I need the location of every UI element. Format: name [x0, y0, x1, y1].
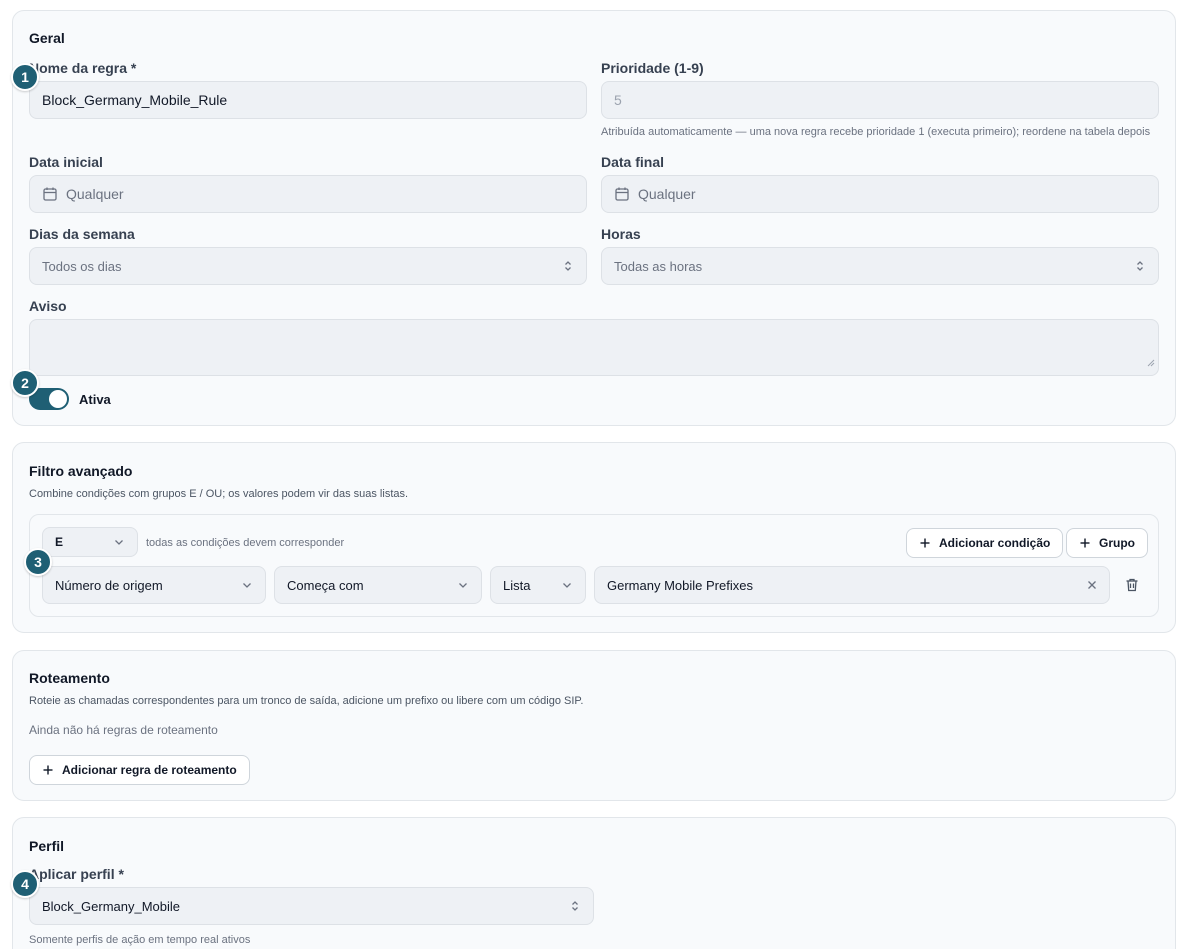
chevron-up-down-icon: [1134, 260, 1146, 272]
general-title: Geral: [29, 30, 65, 46]
weekdays-label: Dias da semana: [29, 226, 135, 242]
step-badge-4: 4: [11, 870, 39, 898]
start-date-picker[interactable]: Qualquer: [29, 175, 587, 213]
apply-profile-value: Block_Germany_Mobile: [42, 898, 181, 914]
notice-textarea[interactable]: [29, 319, 1159, 376]
end-date-label: Data final: [601, 154, 665, 170]
step-badge-3: 3: [24, 548, 52, 576]
end-date-picker[interactable]: Qualquer: [601, 175, 1159, 213]
clear-icon[interactable]: [1087, 580, 1097, 590]
plus-icon: [919, 537, 931, 549]
filter-subtitle: Combine condições com grupos E / OU; os …: [29, 488, 409, 500]
rule-name-value: Block_Germany_Mobile_Rule: [42, 92, 228, 108]
toggle-knob: [49, 390, 67, 408]
step-badge-2: 2: [11, 369, 39, 397]
add-routing-rule-label: Adicionar regra de roteamento: [62, 763, 237, 777]
condition-source-value: Lista: [503, 577, 531, 593]
notice-label: Aviso: [29, 298, 67, 314]
add-condition-label: Adicionar condição: [939, 536, 1051, 550]
routing-subtitle: Roteie as chamadas correspondentes para …: [29, 695, 584, 707]
apply-profile-select[interactable]: Block_Germany_Mobile: [29, 887, 594, 925]
rule-name-input[interactable]: Block_Germany_Mobile_Rule: [29, 81, 587, 119]
routing-empty-text: Ainda não há regras de roteamento: [29, 723, 218, 737]
group-hint: todas as condições devem corresponder: [146, 537, 345, 549]
chevron-down-icon: [457, 579, 469, 591]
routing-card: Roteamento Roteie as chamadas correspond…: [12, 650, 1176, 801]
chevron-up-down-icon: [562, 260, 574, 272]
plus-icon: [42, 764, 54, 776]
chevron-up-down-icon: [569, 900, 581, 912]
chevron-down-icon: [241, 579, 253, 591]
calendar-icon: [614, 186, 630, 202]
hours-select[interactable]: Todas as horas: [601, 247, 1159, 285]
apply-profile-label: Aplicar perfil *: [29, 866, 124, 882]
start-date-label: Data inicial: [29, 154, 103, 170]
chevron-down-icon: [561, 579, 573, 591]
advanced-filter-card: Filtro avançado Combine condições com gr…: [12, 442, 1176, 633]
trash-icon[interactable]: [1124, 577, 1140, 593]
hours-value: Todas as horas: [614, 258, 703, 274]
start-date-value: Qualquer: [66, 186, 124, 202]
calendar-icon: [42, 186, 58, 202]
condition-value-select[interactable]: Germany Mobile Prefixes: [594, 566, 1110, 604]
resize-handle-icon[interactable]: [1147, 354, 1155, 372]
add-condition-button[interactable]: Adicionar condição: [906, 528, 1064, 558]
condition-field-value: Número de origem: [55, 577, 163, 593]
condition-operator-value: Começa com: [287, 577, 364, 593]
priority-hint: Atribuída automaticamente — uma nova reg…: [601, 126, 1151, 138]
step-badge-1: 1: [11, 63, 39, 91]
group-operator-value: E: [55, 535, 64, 549]
profile-card: Perfil Aplicar perfil * Block_Germany_Mo…: [12, 817, 1176, 949]
priority-input: 5: [601, 81, 1159, 119]
add-group-button[interactable]: Grupo: [1066, 528, 1148, 558]
routing-title: Roteamento: [29, 670, 110, 686]
condition-source-select[interactable]: Lista: [490, 566, 586, 604]
condition-operator-select[interactable]: Começa com: [274, 566, 482, 604]
profile-hint: Somente perfis de ação em tempo real ati…: [29, 934, 251, 946]
condition-group: E todas as condições devem corresponder …: [29, 514, 1159, 617]
hours-label: Horas: [601, 226, 641, 242]
filter-title: Filtro avançado: [29, 463, 133, 479]
active-label: Ativa: [79, 392, 111, 407]
general-card: Geral Nome da regra * Block_Germany_Mobi…: [12, 10, 1176, 426]
condition-field-select[interactable]: Número de origem: [42, 566, 266, 604]
weekdays-value: Todos os dias: [42, 258, 122, 274]
rule-name-label: Nome da regra *: [29, 60, 137, 76]
priority-value: 5: [614, 92, 622, 108]
priority-label: Prioridade (1-9): [601, 60, 704, 76]
group-operator-select[interactable]: E: [42, 527, 138, 557]
add-routing-rule-button[interactable]: Adicionar regra de roteamento: [29, 755, 250, 785]
profile-title: Perfil: [29, 838, 65, 854]
plus-icon: [1079, 537, 1091, 549]
add-group-label: Grupo: [1099, 536, 1135, 550]
end-date-value: Qualquer: [638, 186, 696, 202]
condition-value: Germany Mobile Prefixes: [607, 577, 753, 593]
weekdays-select[interactable]: Todos os dias: [29, 247, 587, 285]
chevron-down-icon: [113, 536, 125, 548]
